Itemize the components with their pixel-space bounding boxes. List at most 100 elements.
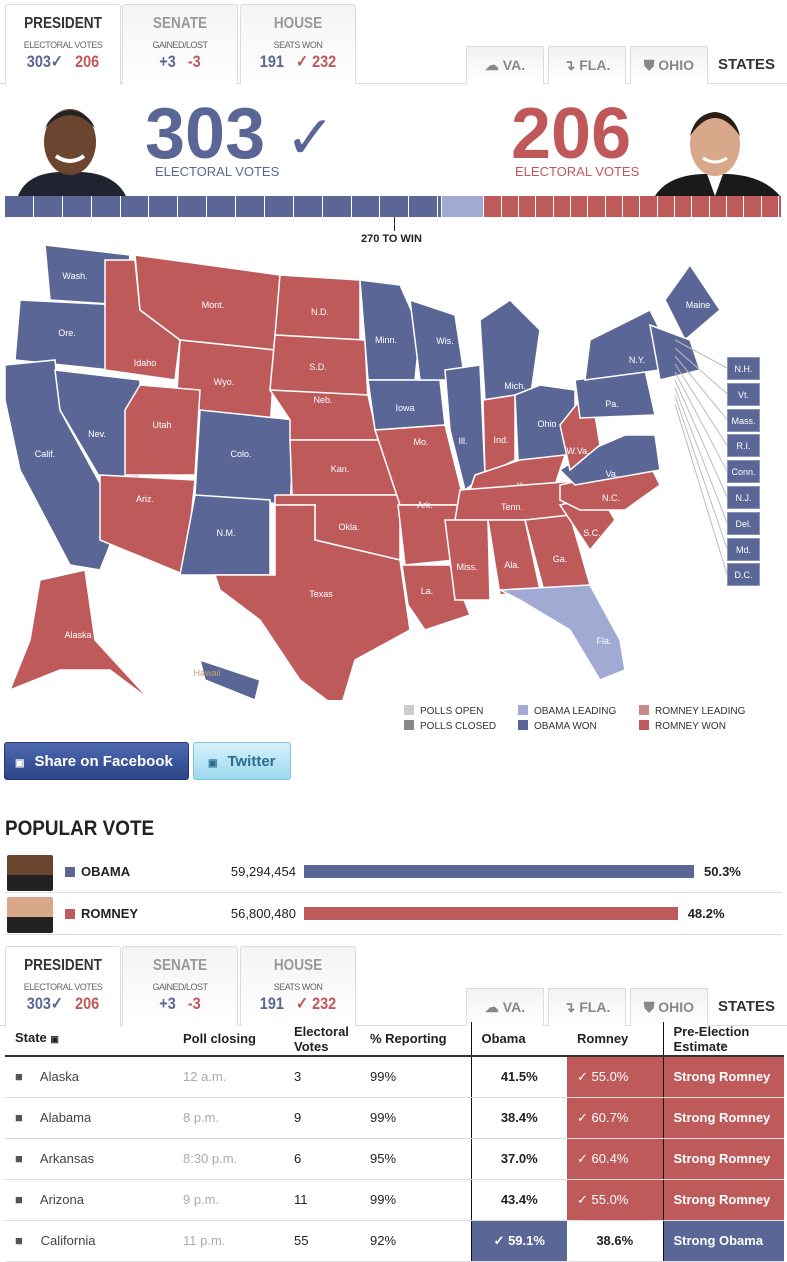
legend-swatch [639,720,649,730]
leader-line [674,379,728,498]
obama-won-segment [409,196,439,217]
small-state-r-i[interactable]: R.I. [727,434,760,458]
small-state-conn[interactable]: Conn. [727,460,760,484]
romney-won-segment [605,196,623,217]
state-hawaii[interactable] [198,658,261,700]
state-name: Alabama [39,1110,92,1125]
romney-won-segment [657,196,675,217]
tab-florida[interactable]: ↴ FLA. [548,46,626,84]
romney-count: 206 [75,994,100,1013]
small-state-mass[interactable]: Mass. [727,408,760,432]
tab-president[interactable]: PRESIDENT ELECTORAL VOTES 303✓ 206 [5,946,121,1027]
small-state-md[interactable]: Md. [727,537,760,561]
table-row[interactable]: ■ Arizona 9 p.m. 11 99% 43.4% ✓ 55.0% Strong R… [5,1179,784,1221]
cell-state: ■ Alabama [5,1097,173,1139]
table-row[interactable]: ■ Arkansas 8:30 p.m. 6 95% 37.0% ✓ 60.4% Stron… [5,1138,784,1180]
electoral-vote-bar [5,196,782,217]
state-name: Arizona [39,1192,84,1207]
col-obama[interactable]: Obama [470,1022,567,1057]
small-state-d-c[interactable]: D.C. [727,563,760,587]
small-state-del[interactable]: Del. [727,511,760,535]
popular-vote-row: ROMNEY 56,800,480 48.2% [5,893,782,935]
leader-line [674,363,728,446]
tab-president[interactable]: PRESIDENT ELECTORAL VOTES 303✓ 206 [5,4,121,85]
col-poll-closing[interactable]: Poll closing [173,1022,284,1057]
small-state-n-h[interactable]: N.H. [727,357,760,380]
tab-title: PRESIDENT [24,15,102,32]
cell-close: 9 p.m. [173,1179,284,1221]
states-dropdown[interactable]: STATES ▼ [718,46,787,110]
candidate-avatar [7,897,53,933]
table-row[interactable]: ■ Alaska 12 a.m. 3 99% 41.5% ✓ 55.0% Strong Ro… [5,1056,784,1098]
table-row[interactable]: ■ Alabama 8 p.m. 9 99% 38.4% ✓ 60.7% Strong Ro… [5,1097,784,1139]
tab-house[interactable]: HOUSE SEATS WON 191 ✓ 232 [240,4,356,84]
state-label: La. [421,586,434,596]
state-ariz[interactable] [99,474,196,577]
states-label: STATES [718,56,775,73]
col-reporting[interactable]: % Reporting [360,1022,471,1057]
col-romney[interactable]: Romney [567,1022,663,1057]
state-label: Tenn. [501,502,523,512]
tab-ohio[interactable]: ⛊ OHIO [630,988,708,1026]
legend-label: POLLS OPEN [420,706,484,717]
state-shape-icon: ■ [15,1110,23,1125]
state-label: N.C. [602,493,620,503]
tab-senate[interactable]: SENATE GAINED/LOST +3 -3 [122,4,238,84]
cell-rep: 95% [360,1138,471,1180]
cell-ev: 9 [284,1097,360,1139]
florida-icon: ↴ [563,57,576,73]
table-header: State ▣ Poll closing Electoral Votes % R… [5,1022,784,1057]
obama-photo [8,100,133,196]
obama-won-segment [236,196,265,217]
tab-sub: SEATS WON [273,40,323,50]
state-minn[interactable] [359,279,421,381]
tab-florida[interactable]: ↴ FLA. [548,988,626,1026]
legend-item: ROMNEY LEADING [639,705,745,717]
state-fla[interactable] [497,584,626,681]
small-state-vt[interactable]: Vt. [727,382,760,406]
col-estimate[interactable]: Pre-Election Estimate [662,1022,784,1057]
cell-close: 8:30 p.m. [173,1138,284,1180]
col-state[interactable]: State ▣ [5,1022,173,1057]
state-label: Mich. [504,381,526,391]
cell-state: ■ Alaska [5,1056,173,1098]
legend-label: ROMNEY LEADING [655,706,746,717]
tab-sub: ELECTORAL VOTES [23,982,103,992]
tab-ohio[interactable]: ⛊ OHIO [630,46,708,84]
state-label: N.M. [217,528,236,538]
tab-sub: SEATS WON [273,982,323,992]
legend-item: OBAMA WON [518,720,597,732]
tab-virginia[interactable]: ☁ VA. [466,46,544,84]
states-dropdown[interactable]: STATES ▼ [718,988,787,1052]
state-label: Wash. [62,271,87,281]
legend-swatch [639,705,649,715]
dem-count: 191 [259,52,284,71]
tab-senate[interactable]: SENATE GAINED/LOST +3 -3 [122,946,238,1026]
legend-swatch [404,705,414,715]
romney-won-segment [674,196,693,217]
state-label: Ind. [493,435,508,445]
state-label: Ill. [459,436,468,446]
party-swatch [65,867,75,877]
cell-state: ■ Arkansas [5,1138,173,1180]
state-label: Ark. [417,500,433,510]
romney-won-segment [501,196,519,217]
tab-house[interactable]: HOUSE SEATS WON 191 ✓ 232 [240,946,356,1026]
obama-electoral-total: 303 ✓ [145,94,336,174]
state-label: S.D. [309,362,327,372]
cell-close: 12 a.m. [173,1056,284,1098]
obama-won-segment [149,196,179,217]
share-facebook-button[interactable]: ▣ Share on Facebook [4,742,189,780]
state-utah[interactable] [124,384,201,476]
cell-romney: ✓ 60.7% [567,1097,663,1139]
virginia-icon: ☁ [484,57,499,73]
romney-won-segment [518,196,537,217]
romney-won-segment [761,196,779,217]
share-twitter-button[interactable]: ▣ Twitter [193,742,291,780]
270-marker [394,217,395,231]
col-electoral-votes[interactable]: Electoral Votes [284,1022,360,1057]
small-state-n-j[interactable]: N.J. [727,486,760,509]
tab-label: OHIO [658,57,695,73]
tab-virginia[interactable]: ☁ VA. [466,988,544,1026]
popular-vote-row: OBAMA 59,294,454 50.3% [5,851,782,893]
